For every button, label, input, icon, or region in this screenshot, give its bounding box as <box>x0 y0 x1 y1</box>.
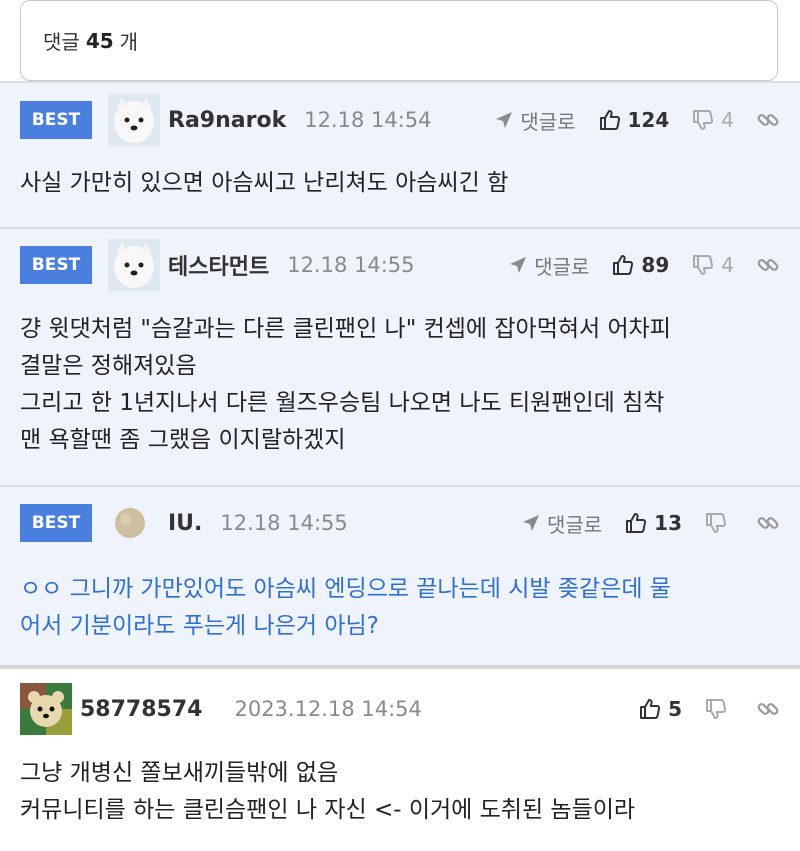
timestamp: 12.18 14:54 <box>304 108 432 132</box>
comment-header: 58778574 2023.12.18 14:54 5 <box>20 683 780 735</box>
share-link-button[interactable] <box>756 511 780 535</box>
like-button[interactable]: 13 <box>624 511 682 535</box>
dislike-count: 4 <box>721 108 734 132</box>
nickname[interactable]: IU. <box>168 511 202 536</box>
thumbs-up-icon <box>626 513 647 533</box>
nickname[interactable]: 58778574 <box>80 697 202 722</box>
comment-actions: 댓글로 13 <box>521 509 780 538</box>
dislike-button[interactable]: 4 <box>691 108 734 132</box>
avatar[interactable] <box>108 501 152 545</box>
comment-text: 사실 가만히 있으면 아슴씨고 난리쳐도 아슴씨긴 함 <box>20 170 509 196</box>
share-link-button[interactable] <box>756 697 780 721</box>
timestamp: 2023.12.18 14:54 <box>234 697 422 721</box>
link-icon <box>757 703 779 715</box>
circle-avatar-icon <box>115 508 145 538</box>
comment-count-label: 댓글 <box>43 30 80 54</box>
comment-header: BEST 테스타먼트 12.18 14:55 댓글로 89 4 <box>20 239 780 291</box>
dislike-button[interactable]: 4 <box>691 253 734 277</box>
comment-count-suffix: 개 <box>119 30 139 54</box>
reply-button[interactable]: 댓글로 <box>521 509 602 538</box>
link-icon <box>757 517 779 529</box>
avatar[interactable] <box>20 683 72 735</box>
reply-label: 댓글로 <box>520 109 576 134</box>
share-link-button[interactable] <box>756 108 780 132</box>
reply-label: 댓글로 <box>534 254 590 279</box>
thumbs-down-icon <box>706 699 727 719</box>
dog-avatar-icon <box>108 94 160 146</box>
thumbs-up-icon <box>599 110 620 130</box>
timestamp: 12.18 14:55 <box>287 253 415 277</box>
reply-button[interactable]: 댓글로 <box>508 251 589 280</box>
best-badge: BEST <box>20 246 92 284</box>
like-count: 13 <box>654 511 682 535</box>
best-comment: BEST Ra9narok 12.18 14:54 댓글로 124 4 사실 가… <box>0 81 800 227</box>
reply-arrow-icon <box>522 515 539 531</box>
comment-text: 그냥 개병신 쫄보새끼들밖에 없음 커뮤니티를 하는 클린슴팬인 나 자신 <-… <box>20 760 636 823</box>
comment-header: BEST IU. 12.18 14:55 댓글로 13 <box>20 501 780 545</box>
dislike-button[interactable] <box>704 697 734 721</box>
comment-count-number: 45 <box>85 28 114 53</box>
comment-text: 걍 윗댓처럼 "슴갈과는 다른 클린팬인 나" 컨셉에 잡아먹혀서 어차피 결말… <box>20 316 671 453</box>
best-badge: BEST <box>20 504 92 542</box>
comment-text: ㅇㅇ 그니까 가만있어도 아슴씨 엔딩으로 끝나는데 시발 좆같은데 물 어서 … <box>20 576 671 639</box>
best-comment: BEST IU. 12.18 14:55 댓글로 13 ㅇㅇ 그니까 가만있어도… <box>0 485 800 665</box>
avatar[interactable] <box>108 239 160 291</box>
comment-actions: 댓글로 89 4 <box>508 251 780 280</box>
reply-arrow-icon <box>496 112 513 128</box>
like-button[interactable]: 5 <box>638 697 682 721</box>
like-count: 124 <box>627 108 670 132</box>
like-count: 89 <box>641 253 670 277</box>
like-count: 5 <box>668 697 682 721</box>
reply-button[interactable]: 댓글로 <box>494 106 576 135</box>
timestamp: 12.18 14:55 <box>220 511 348 535</box>
nickname[interactable]: Ra9narok <box>168 108 286 133</box>
reply-arrow-icon <box>510 257 527 273</box>
best-badge: BEST <box>20 101 92 139</box>
reply-label: 댓글로 <box>546 512 603 537</box>
thumbs-down-icon <box>693 110 714 130</box>
comment-header: BEST Ra9narok 12.18 14:54 댓글로 124 4 <box>20 94 780 146</box>
best-comment: BEST 테스타먼트 12.18 14:55 댓글로 89 4 걍 윗댓처럼 "… <box>0 227 800 485</box>
thumbs-up-icon <box>640 699 661 719</box>
thumbs-down-icon <box>693 255 714 275</box>
link-icon <box>757 114 779 126</box>
share-link-button[interactable] <box>756 253 780 277</box>
nickname[interactable]: 테스타먼트 <box>168 249 269 281</box>
avatar[interactable] <box>108 94 160 146</box>
dislike-button[interactable] <box>704 511 734 535</box>
link-icon <box>757 259 779 271</box>
comment: 58778574 2023.12.18 14:54 5 그냥 개병신 쫄보새끼들… <box>0 665 800 851</box>
comment-actions: 댓글로 124 4 <box>494 106 780 135</box>
like-button[interactable]: 124 <box>598 108 670 132</box>
like-button[interactable]: 89 <box>611 253 669 277</box>
comment-count-header: 댓글 45 개 <box>20 0 778 81</box>
dog-avatar-icon <box>108 239 160 291</box>
dislike-count: 4 <box>721 253 734 277</box>
thumbs-down-icon <box>706 513 727 533</box>
bear-avatar-icon <box>20 683 72 735</box>
comment-actions: 5 <box>638 697 780 721</box>
thumbs-up-icon <box>613 255 634 275</box>
